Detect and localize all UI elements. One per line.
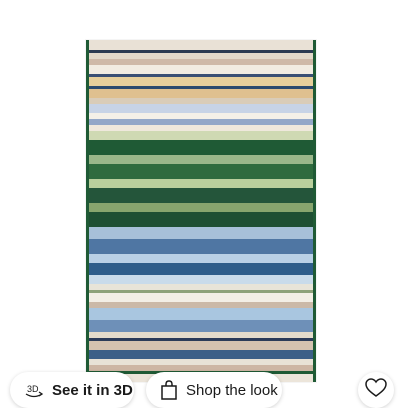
rug-stripe [86,88,316,98]
rug-stripe [86,358,316,365]
rug-stripe [86,139,316,155]
rug-stripe [86,112,316,119]
rug-stripe [86,103,316,113]
rug-stripe [86,274,316,284]
rug-stripe [86,292,316,302]
rug-stripe [86,118,316,125]
rug-stripe [86,301,316,308]
rug-stripe [86,58,316,65]
rug-stripe [86,319,316,332]
rug-stripe [86,349,316,359]
shop-the-look-button[interactable]: Shop the look [146,372,282,408]
rug-stripe [86,307,316,320]
rug-stripe [86,202,316,212]
rug-stripe [86,340,316,350]
rug-stripe [86,97,316,104]
rug-product-image [86,40,316,382]
rug-stripe [86,73,316,77]
svg-text:3D: 3D [27,384,39,394]
rug-stripe [86,124,316,131]
rug-stripe [86,226,316,239]
favorite-button[interactable] [358,372,394,408]
rug-binding-right [313,40,316,382]
rug-stripe [86,262,316,275]
rug-stripe [86,52,316,59]
rug-stripe [86,64,316,74]
rug-stripe [86,154,316,164]
rug-stripe [86,76,316,86]
rug-stripe [86,253,316,263]
see-it-in-3d-label: See it in 3D [52,381,133,399]
rug-stripe [86,187,316,203]
rug-stripe [86,283,316,290]
rug-stripe [86,289,316,293]
rug-stripe [86,337,316,341]
rug-stripe [86,331,316,338]
rug-stripe [86,178,316,188]
rug-stripe [86,130,316,140]
3d-rotate-icon: 3D [24,381,44,399]
rug-stripe [86,49,316,53]
shopping-bag-icon [160,380,178,400]
product-image-viewer[interactable] [0,0,400,400]
rug-stripe [86,85,316,89]
rug-stripe [86,163,316,179]
rug-binding-left [86,40,89,382]
shop-the-look-label: Shop the look [186,381,278,399]
heart-icon [365,377,387,403]
rug-stripe [86,40,316,50]
rug-stripe [86,211,316,227]
rug-stripe [86,364,316,371]
rug-stripe [86,238,316,254]
see-it-in-3d-button[interactable]: 3D See it in 3D [10,372,134,408]
